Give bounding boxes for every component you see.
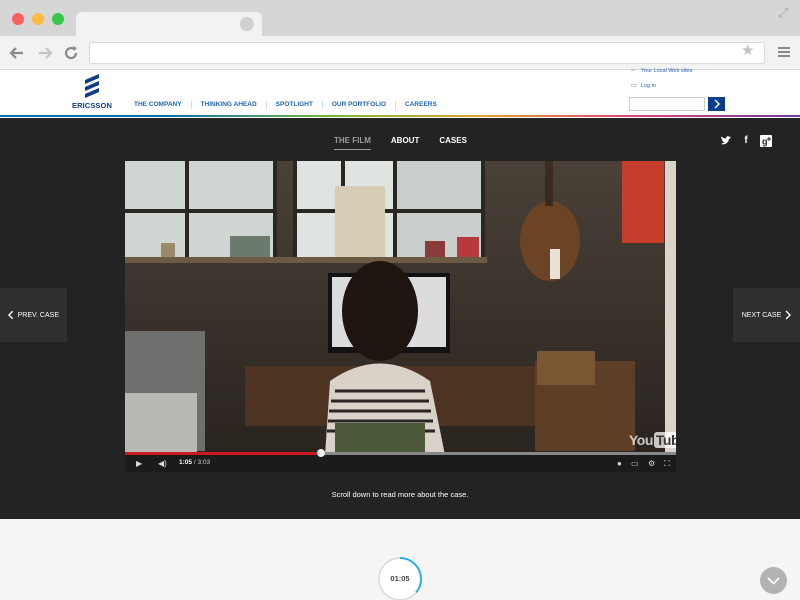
timer-label: 01:05: [390, 574, 410, 583]
zoom-window-button[interactable]: [52, 13, 64, 25]
globe-icon: ◦◦: [631, 68, 636, 74]
info-icon[interactable]: ●: [617, 459, 622, 468]
google-plus-icon[interactable]: g: [760, 135, 772, 147]
video-progress-bar[interactable]: [125, 449, 676, 457]
reload-icon[interactable]: [62, 44, 80, 62]
next-case-label: NEXT CASE: [741, 311, 782, 319]
film-section: THE FILM ABOUT CASES f g PREV. CASE NEXT…: [0, 118, 800, 519]
prev-case-button[interactable]: PREV. CASE: [0, 288, 67, 342]
bookmark-star-icon[interactable]: ★: [741, 43, 755, 58]
prev-case-label: PREV. CASE: [17, 311, 59, 319]
logo-wordmark: ERICSSON: [72, 101, 112, 110]
minimize-window-button[interactable]: [32, 13, 44, 25]
facebook-icon[interactable]: f: [740, 135, 752, 147]
tab-cases[interactable]: CASES: [439, 136, 467, 150]
youtube-watermark[interactable]: YouTube: [629, 432, 676, 448]
youtube-you: You: [629, 432, 653, 448]
address-bar[interactable]: [89, 42, 765, 64]
search-submit-button[interactable]: [708, 97, 725, 111]
twitter-icon[interactable]: [720, 135, 732, 147]
scroll-hint: Scroll down to read more about the case.: [331, 490, 469, 499]
current-time: 1:05: [179, 459, 193, 466]
video-frame-image: [125, 161, 676, 455]
chevron-left-icon: [8, 310, 14, 320]
scrubber-handle[interactable]: [316, 449, 325, 457]
site-header: ERICSSON THE COMPANY THINKING AHEAD SPOT…: [0, 68, 800, 117]
ericsson-logo-icon: [85, 74, 99, 98]
browser-tab[interactable]: [76, 12, 262, 36]
nav-item-careers[interactable]: CAREERS: [405, 101, 437, 113]
fullscreen-icon[interactable]: ⤢: [778, 6, 792, 20]
tab-about[interactable]: ABOUT: [391, 136, 419, 150]
volume-icon[interactable]: ◀): [158, 459, 167, 468]
chevron-down-icon: [767, 577, 780, 585]
next-case-button[interactable]: NEXT CASE: [733, 288, 800, 342]
tab-the-film[interactable]: THE FILM: [334, 136, 371, 150]
close-window-button[interactable]: [12, 13, 24, 25]
video-time: 1:05 / 3:03: [179, 459, 210, 466]
lock-icon: ▭: [631, 83, 637, 89]
local-sites-label: Your Local Web sites: [641, 68, 693, 74]
main-navigation: THE COMPANY THINKING AHEAD SPOTLIGHT OUR…: [134, 101, 437, 113]
local-sites-link[interactable]: ◦◦ Your Local Web sites: [631, 68, 692, 74]
chevron-right-icon: [714, 99, 720, 109]
back-arrow-icon[interactable]: [8, 44, 26, 62]
youtube-tube: Tube: [653, 432, 676, 448]
browser-menu-icon[interactable]: [778, 47, 790, 57]
site-search-input[interactable]: [629, 97, 705, 111]
nav-item-thinking-ahead[interactable]: THINKING AHEAD: [201, 101, 257, 113]
nav-divider: [265, 101, 267, 109]
captions-icon[interactable]: ▭: [631, 459, 639, 468]
nav-divider: [321, 101, 323, 109]
login-link[interactable]: ▭ Log in: [631, 82, 656, 89]
play-icon[interactable]: ▶: [136, 459, 142, 468]
duration: 3:03: [197, 459, 211, 466]
nav-item-our-portfolio[interactable]: OUR PORTFOLIO: [332, 101, 386, 113]
ericsson-logo[interactable]: ERICSSON: [72, 74, 112, 112]
video-progress-fill: [125, 452, 321, 455]
video-controls: ▶ ◀) 1:05 / 3:03 ● ▭ ⚙ ⛶: [125, 449, 676, 472]
nav-item-the-company[interactable]: THE COMPANY: [134, 101, 182, 113]
svg-text:g: g: [762, 137, 768, 147]
nav-divider: [395, 101, 397, 109]
settings-gear-icon[interactable]: ⚙: [648, 459, 655, 468]
scroll-down-button[interactable]: [760, 567, 787, 594]
fullscreen-icon[interactable]: ⛶: [664, 459, 670, 468]
login-label: Log in: [641, 83, 656, 89]
nav-item-spotlight[interactable]: SPOTLIGHT: [276, 101, 313, 113]
forward-arrow-icon[interactable]: [36, 44, 54, 62]
utility-links: ◦◦ Your Local Web sites ▭ Log in: [629, 68, 729, 116]
video-player[interactable]: YouTube ▶ ◀) 1:05 / 3:03 ● ▭ ⚙ ⛶: [125, 161, 676, 472]
chevron-right-icon: [785, 310, 792, 320]
nav-divider: [190, 101, 192, 109]
film-tabs: THE FILM ABOUT CASES: [334, 136, 487, 152]
browser-titlebar: ⤢: [0, 0, 800, 36]
tab-close-icon[interactable]: [240, 17, 254, 31]
browser-toolbar: [0, 36, 800, 70]
